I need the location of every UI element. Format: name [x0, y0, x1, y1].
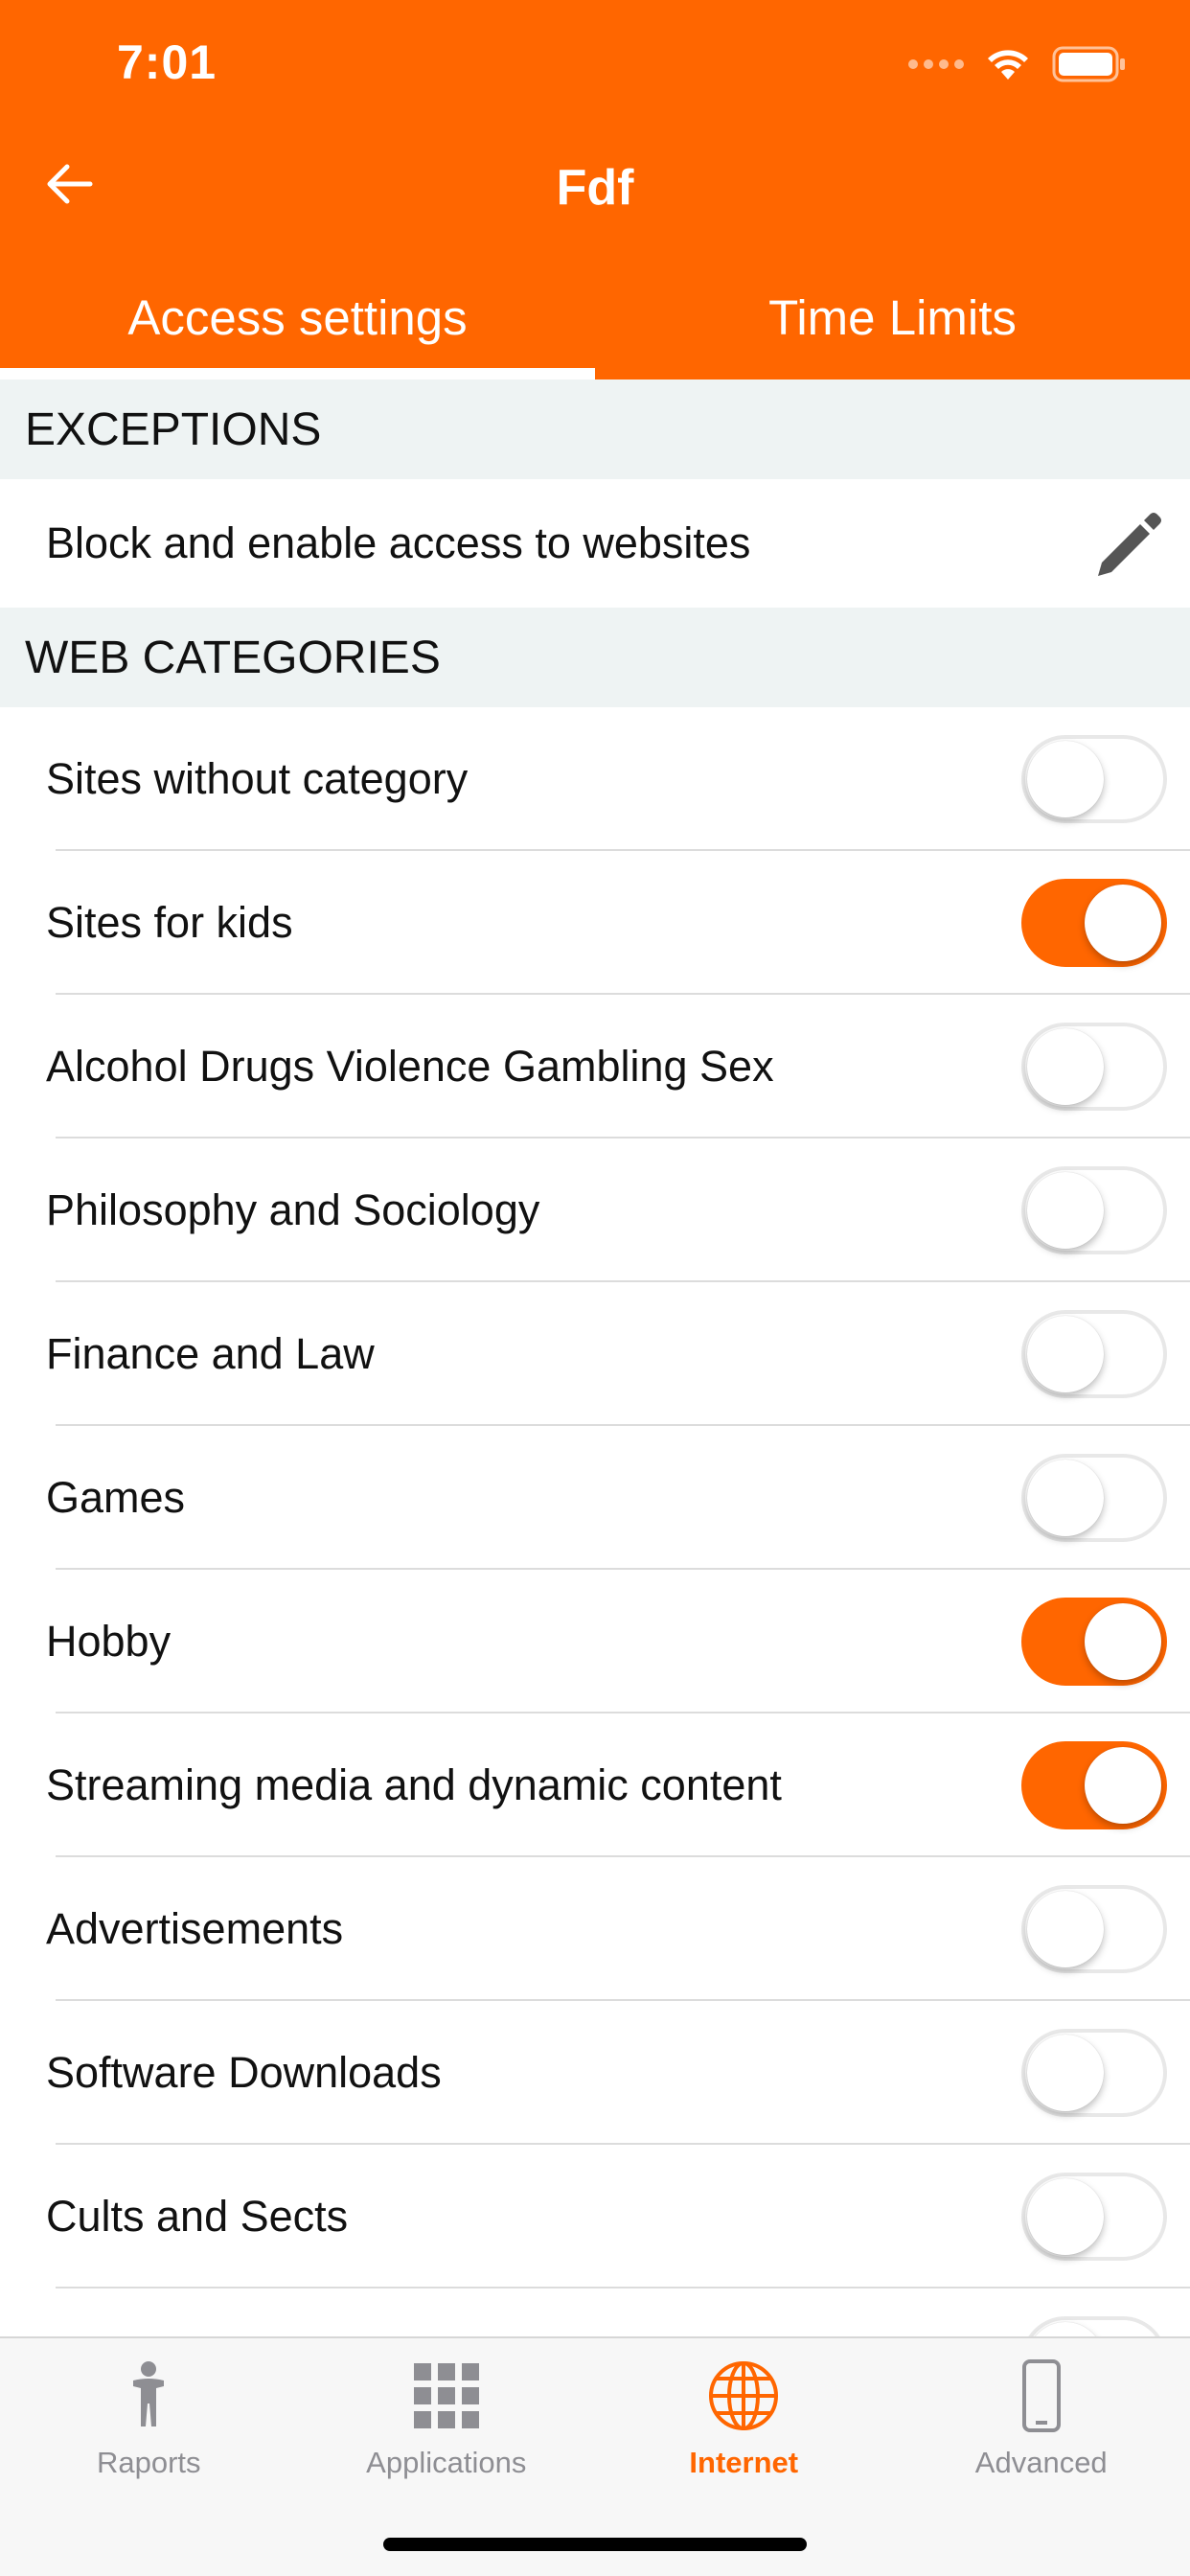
- pencil-icon[interactable]: [1090, 505, 1167, 582]
- category-label: Advertisements: [46, 1904, 344, 1953]
- tabbar-label: Advanced: [974, 2446, 1108, 2479]
- category-label: Software Downloads: [46, 2048, 442, 2097]
- tabbar-item-internet[interactable]: Internet: [595, 2338, 893, 2492]
- page-title: Fdf: [556, 160, 634, 216]
- wifi-icon: [988, 50, 1028, 80]
- category-label: Alcohol Drugs Violence Gambling Sex: [46, 1042, 774, 1091]
- signal-icon: [908, 59, 964, 69]
- exceptions-header: EXCEPTIONS: [0, 380, 1190, 479]
- category-row: [0, 2288, 1190, 2336]
- category-toggle[interactable]: [1021, 2029, 1167, 2117]
- exceptions-row[interactable]: Block and enable access to websites: [0, 479, 1190, 608]
- category-label: Sites without category: [46, 754, 469, 803]
- category-row: Alcohol Drugs Violence Gambling Sex: [0, 995, 1190, 1138]
- tabbar-item-applications[interactable]: Applications: [298, 2338, 596, 2492]
- home-indicator: [383, 2538, 807, 2551]
- category-toggle[interactable]: [1021, 2316, 1167, 2336]
- category-label: Sites for kids: [46, 898, 293, 947]
- category-row: Streaming media and dynamic content: [0, 1714, 1190, 1857]
- grid-icon: [413, 2363, 479, 2428]
- battery-icon: [1052, 46, 1125, 82]
- web-categories-header: WEB CATEGORIES: [0, 608, 1190, 707]
- category-label: Finance and Law: [46, 1329, 375, 1378]
- category-toggle[interactable]: [1021, 1166, 1167, 1254]
- app-header: 7:01 Fdf Access settings Time Limits: [0, 0, 1190, 380]
- category-toggle[interactable]: [1021, 1598, 1167, 1686]
- category-row: Advertisements: [0, 1857, 1190, 2001]
- category-toggle[interactable]: [1021, 1310, 1167, 1398]
- category-label: Streaming media and dynamic content: [46, 1760, 782, 1809]
- segment-tabs: Access settings Time Limits: [0, 272, 1190, 380]
- category-toggle[interactable]: [1021, 2173, 1167, 2261]
- category-row: Software Downloads: [0, 2001, 1190, 2145]
- category-label: Philosophy and Sociology: [46, 1185, 540, 1234]
- category-toggle[interactable]: [1021, 1741, 1167, 1829]
- category-row: Sites without category: [0, 707, 1190, 851]
- tab-time-limits[interactable]: Time Limits: [595, 272, 1190, 380]
- category-row: Cults and Sects: [0, 2145, 1190, 2288]
- person-icon: [133, 2361, 165, 2426]
- exceptions-label: Block and enable access to websites: [46, 518, 751, 567]
- status-time: 7:01: [117, 35, 217, 89]
- category-toggle[interactable]: [1021, 1023, 1167, 1111]
- category-row: Games: [0, 1426, 1190, 1570]
- tabbar-item-raports[interactable]: Raports: [0, 2338, 298, 2492]
- category-row: Hobby: [0, 1570, 1190, 1714]
- settings-list[interactable]: EXCEPTIONS Block and enable access to we…: [0, 380, 1190, 2336]
- category-row: Finance and Law: [0, 1282, 1190, 1426]
- tab-access-settings[interactable]: Access settings: [0, 272, 595, 380]
- phone-icon: [1021, 2359, 1061, 2432]
- category-toggle[interactable]: [1021, 735, 1167, 823]
- globe-icon: [709, 2361, 779, 2430]
- category-label: Games: [46, 1473, 186, 1522]
- tabbar-label: Raports: [96, 2446, 201, 2479]
- tabbar-item-advanced[interactable]: Advanced: [893, 2338, 1190, 2492]
- category-label: Hobby: [46, 1617, 172, 1666]
- status-icons: [908, 44, 1127, 84]
- category-row: Philosophy and Sociology: [0, 1138, 1190, 1282]
- category-row: Sites for kids: [0, 851, 1190, 995]
- category-toggle[interactable]: [1021, 1454, 1167, 1542]
- category-label: Cults and Sects: [46, 2192, 349, 2241]
- category-toggle[interactable]: [1021, 1885, 1167, 1973]
- category-toggle[interactable]: [1021, 879, 1167, 967]
- tabbar-label: Applications: [366, 2446, 527, 2479]
- tabbar-label: Internet: [689, 2446, 799, 2479]
